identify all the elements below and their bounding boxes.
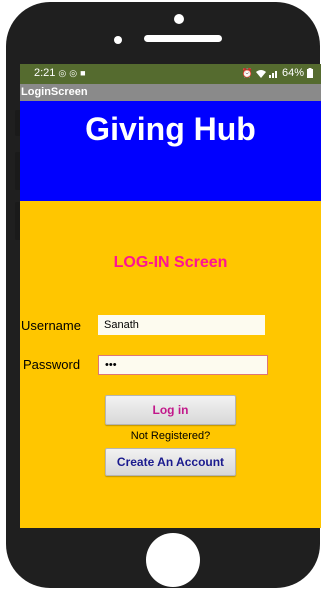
message-icon: ■ bbox=[80, 68, 86, 78]
header-banner: Giving Hub bbox=[20, 101, 321, 201]
password-input[interactable] bbox=[98, 355, 268, 375]
sensor-dot bbox=[114, 36, 122, 44]
whatsapp-icon: ◎ bbox=[58, 68, 67, 78]
screen-heading: LOG-IN Screen bbox=[113, 254, 228, 271]
app-title-bar: LoginScreen bbox=[20, 84, 321, 101]
clock: 2:21 bbox=[34, 67, 56, 79]
earpiece-speaker bbox=[144, 35, 222, 42]
status-bar: 2:21 ◎ ◎ ■ ⏰ 64% bbox=[20, 64, 321, 84]
password-label: Password bbox=[23, 357, 81, 372]
create-account-button[interactable]: Create An Account bbox=[105, 448, 236, 476]
not-registered-text: Not Registered? bbox=[130, 430, 211, 442]
app-screen: 2:21 ◎ ◎ ■ ⏰ 64% LoginScreen Giving Hub … bbox=[20, 64, 321, 528]
alarm-icon: ⏰ bbox=[241, 68, 253, 78]
front-camera bbox=[174, 14, 184, 24]
login-button[interactable]: Log in bbox=[105, 395, 236, 425]
banner-title: Giving Hub bbox=[85, 111, 256, 147]
home-button[interactable] bbox=[146, 533, 200, 587]
username-input[interactable] bbox=[98, 315, 265, 335]
username-label: Username bbox=[21, 318, 81, 333]
battery-percent: 64% bbox=[281, 67, 304, 79]
wifi-icon bbox=[255, 69, 266, 78]
battery-icon bbox=[307, 68, 313, 78]
whatsapp-icon: ◎ bbox=[69, 68, 78, 78]
signal-icon bbox=[268, 70, 277, 78]
app-title: LoginScreen bbox=[21, 86, 88, 98]
